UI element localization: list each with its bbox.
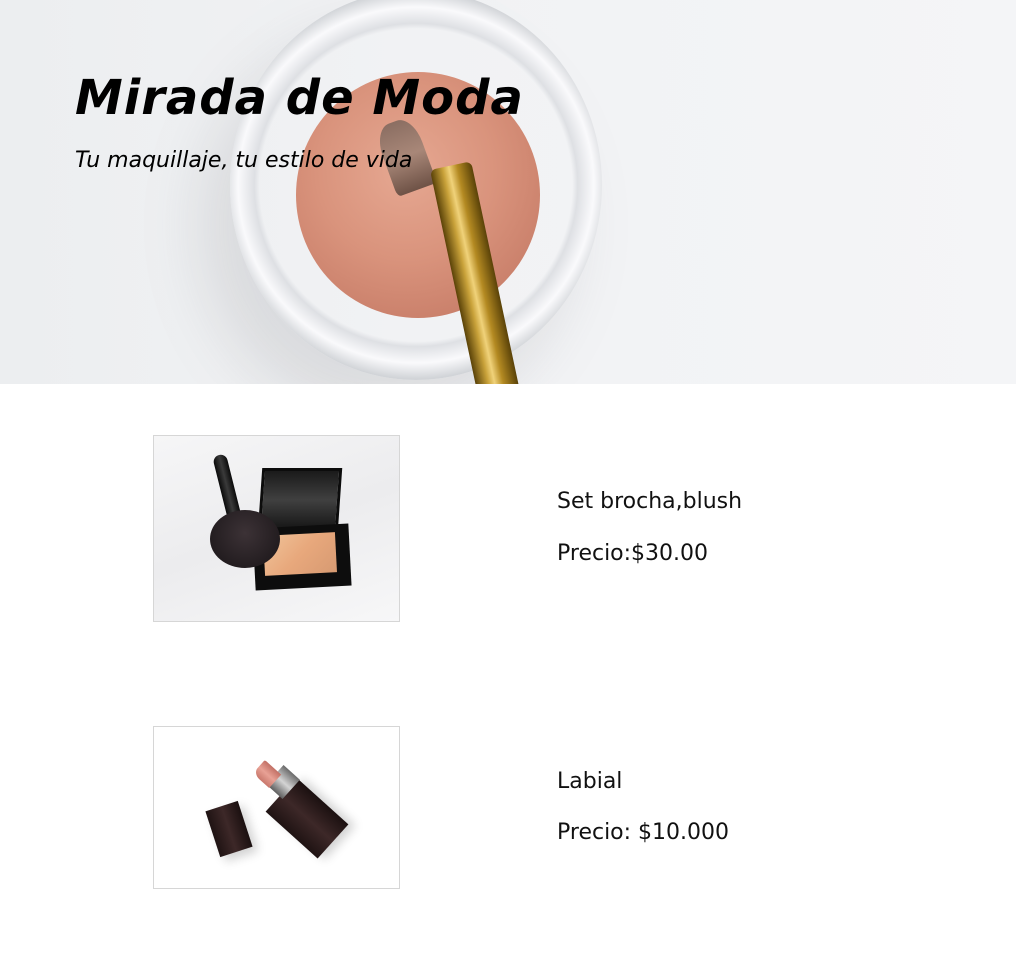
hero-banner: Mirada de Moda Tu maquillaje, tu estilo …	[0, 0, 1016, 384]
product-price: Precio:$30.00	[557, 541, 709, 566]
page-subtitle: Tu maquillaje, tu estilo de vida	[75, 148, 413, 173]
page-title: Mirada de Moda	[75, 70, 524, 126]
product-image-lipstick[interactable]	[153, 726, 400, 889]
lipstick-cap-image	[205, 800, 253, 858]
product-price: Precio: $10.000	[557, 820, 730, 845]
brush-head-image	[210, 510, 280, 568]
product-name: Set brocha,blush	[557, 489, 743, 514]
product-name: Labial	[557, 769, 623, 794]
product-image-brush-blush[interactable]	[153, 435, 400, 622]
